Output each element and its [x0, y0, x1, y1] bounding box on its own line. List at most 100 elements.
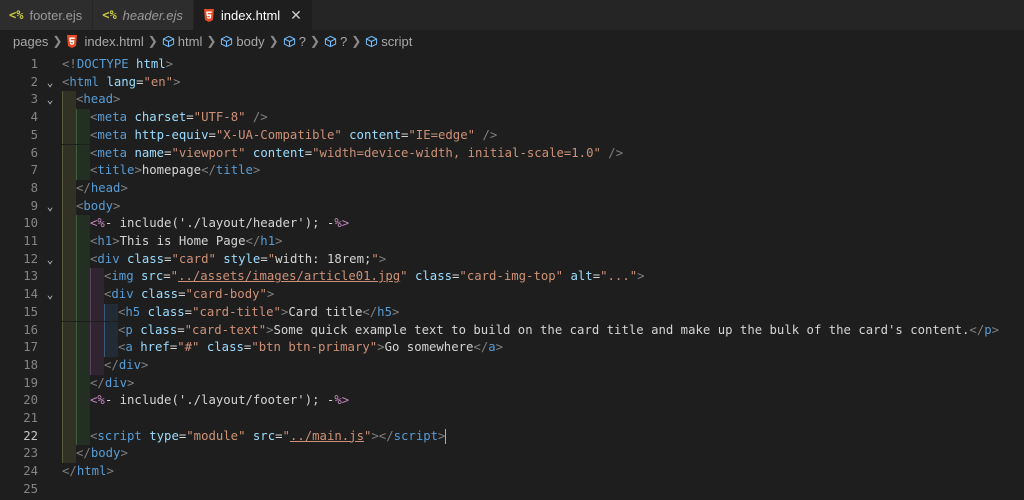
code-text: </div>: [90, 375, 134, 393]
code-token: </: [104, 357, 119, 372]
code-token: a: [488, 340, 496, 355]
code-line[interactable]: 12 ⌄ <div class="card" style="width: 18rem…: [0, 250, 1024, 269]
code-token: =: [208, 127, 216, 142]
indent-guide: [62, 427, 76, 446]
code-token: alt: [570, 269, 593, 284]
code-token: =: [592, 269, 601, 284]
code-line[interactable]: 9 ⌄ <body>: [0, 197, 1024, 216]
line-number: 21: [23, 411, 38, 425]
code-line[interactable]: 5 <meta http-equiv="X-UA-Compatible" cont…: [0, 126, 1024, 145]
breadcrumb-item[interactable]: script: [365, 34, 412, 49]
symbol-element-icon: [221, 35, 233, 47]
code-line[interactable]: 15 <h5 class="card-title">Card title</h5>: [0, 303, 1024, 322]
code-text: <p class="card-text">Some quick example …: [118, 322, 999, 340]
code-token: - include('./layout/footer'); -: [104, 393, 335, 408]
code-token: =: [163, 269, 171, 284]
code-token: >: [120, 180, 128, 195]
indent-guide: [62, 197, 76, 216]
code-line[interactable]: 10 <%- include('./layout/header'); -%>: [0, 215, 1024, 233]
code-line[interactable]: 13 <img src="../assets/images/article01.j…: [0, 268, 1024, 287]
indent-guide: [62, 410, 76, 428]
code-token: %>: [334, 216, 350, 231]
line-number: 2: [30, 74, 38, 89]
indent-guide: [90, 339, 104, 357]
code-token: >: [120, 446, 128, 461]
breadcrumb-item[interactable]: body: [220, 34, 265, 49]
indent-guide: [62, 374, 76, 393]
line-number: 3: [30, 92, 38, 107]
code-token: src: [141, 269, 164, 284]
breadcrumb-item[interactable]: pages: [13, 34, 48, 49]
breadcrumb-item[interactable]: ?: [324, 34, 347, 49]
code-line[interactable]: 18 </div>: [0, 356, 1024, 375]
code-line[interactable]: 22 <script type="module" src="../main.js"…: [0, 427, 1024, 446]
code-line[interactable]: 23 </body>: [0, 445, 1024, 464]
code-token: >: [391, 304, 400, 319]
fold-chevron-icon[interactable]: ⌄: [44, 251, 56, 269]
code-token: class: [127, 251, 165, 266]
indent-guide: [76, 321, 90, 340]
code-token: "card-title": [192, 304, 281, 319]
code-token: html: [76, 464, 107, 479]
code-text: <h1>This is Home Page</h1>: [90, 233, 283, 251]
tab-bar: <% footer.ejs <% header.ejs index.html ✕: [0, 0, 1024, 30]
code-line[interactable]: 8 </head>: [0, 179, 1024, 198]
breadcrumb-item[interactable]: html: [162, 34, 202, 49]
code-line[interactable]: 20 <%- include('./layout/footer'); -%>: [0, 392, 1024, 410]
code-token: >: [275, 234, 283, 248]
fold-chevron-icon[interactable]: ⌄: [44, 91, 56, 109]
code-line[interactable]: 7 <title>homepage</title>: [0, 162, 1024, 180]
code-text: <%- include('./layout/footer'); -%>: [90, 392, 349, 410]
code-token: div: [111, 287, 134, 302]
line-number: 25: [23, 481, 38, 496]
code-line[interactable]: 3 ⌄ <head>: [0, 91, 1024, 110]
code-editor[interactable]: 1 <!DOCTYPE html> 2 ⌄ <html lang="en"> 3 ⌄ <hea…: [0, 52, 1024, 500]
tab-footer-ejs[interactable]: <% footer.ejs: [0, 0, 94, 30]
fold-chevron-icon[interactable]: ⌄: [44, 198, 56, 216]
indent-guide: [76, 427, 90, 446]
code-token: h5: [377, 304, 392, 319]
indent-guide: [62, 250, 76, 269]
code-text: <html lang="en">: [62, 74, 181, 92]
code-token: "card-img-top": [459, 269, 564, 284]
breadcrumb-item[interactable]: index.html: [66, 34, 144, 49]
code-token: div: [97, 251, 120, 266]
chevron-right-icon: ❯: [52, 34, 63, 48]
code-line[interactable]: 1 <!DOCTYPE html>: [0, 56, 1024, 74]
tab-header-ejs[interactable]: <% header.ejs: [93, 0, 194, 30]
line-number: 8: [30, 180, 38, 195]
line-number: 9: [30, 198, 38, 213]
code-line[interactable]: 21: [0, 410, 1024, 428]
code-token: <%: [90, 216, 105, 231]
code-line[interactable]: 11 <h1>This is Home Page</h1>: [0, 233, 1024, 251]
code-line[interactable]: 16 <p class="card-text">Some quick exampl…: [0, 321, 1024, 340]
code-line[interactable]: 25: [0, 481, 1024, 499]
code-token: =: [275, 428, 283, 443]
code-token: ": [282, 428, 290, 443]
fold-chevron-icon[interactable]: ⌄: [44, 286, 56, 304]
code-line[interactable]: 24 </html>: [0, 463, 1024, 481]
code-token: "card-text": [184, 322, 267, 337]
indent-guide: [62, 91, 76, 110]
code-token: >: [991, 322, 1000, 337]
code-token: >: [252, 163, 261, 178]
breadcrumb: pages ❯ index.html ❯ html ❯ body ❯? ❯? ❯ script: [0, 30, 1024, 52]
indent-guide: [62, 392, 76, 410]
code-token: "IE=edge": [408, 127, 476, 142]
code-text: <!DOCTYPE html>: [62, 56, 173, 74]
fold-chevron-icon[interactable]: ⌄: [44, 74, 56, 92]
tab-index-html[interactable]: index.html ✕: [193, 0, 313, 30]
line-number: 5: [30, 127, 38, 142]
close-icon[interactable]: ✕: [290, 7, 302, 24]
code-text: <title>homepage</title>: [90, 162, 260, 180]
code-token: head: [90, 180, 121, 195]
code-line[interactable]: 4 <meta charset="UTF-8" />: [0, 109, 1024, 127]
breadcrumb-item[interactable]: ?: [283, 34, 306, 49]
code-line[interactable]: 6 <meta name="viewport" content="width=de…: [0, 144, 1024, 163]
code-line[interactable]: 17 <a href="#" class="btn btn-primary">Go…: [0, 339, 1024, 357]
code-line[interactable]: 14 ⌄ <div class="card-body">: [0, 286, 1024, 304]
indent-guide: [90, 321, 104, 340]
code-line[interactable]: 19 </div>: [0, 374, 1024, 393]
code-line[interactable]: 2 ⌄ <html lang="en">: [0, 74, 1024, 92]
indent-guide: [76, 410, 90, 428]
